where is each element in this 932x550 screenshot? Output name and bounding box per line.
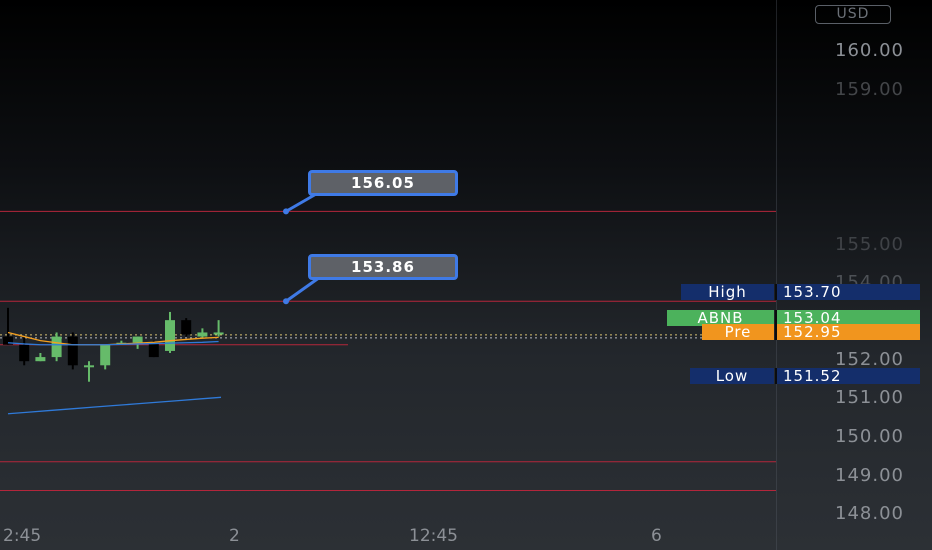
premarket-label: Pre: [702, 324, 774, 340]
premarket-price-tag: Pre 152.95: [702, 324, 920, 340]
low-value: 151.52: [777, 368, 920, 384]
candle-body: [181, 320, 192, 335]
candle-body: [35, 357, 46, 362]
low-price-tag: Low 151.52: [690, 368, 920, 384]
callout-anchor: [283, 208, 289, 215]
price-callout[interactable]: 153.86: [308, 254, 458, 280]
time-axis-label: 2: [229, 526, 240, 546]
candle-body: [213, 332, 224, 335]
candle-body: [148, 342, 159, 358]
price-axis-label: 160.00: [835, 40, 904, 61]
candle-body: [132, 336, 143, 343]
candle-body: [100, 344, 111, 366]
time-axis-label: 12:45: [409, 526, 458, 546]
candle-body: [197, 332, 208, 337]
candle-body: [165, 320, 175, 351]
time-axis-label: 6: [651, 526, 662, 546]
candle-body: [51, 336, 62, 358]
price-axis-label: 150.00: [835, 426, 904, 447]
price-axis-label: 155.00: [835, 234, 904, 255]
high-value: 153.70: [777, 284, 920, 300]
currency-selector[interactable]: USD: [815, 5, 891, 24]
price-chart[interactable]: [0, 0, 932, 550]
candle-body: [84, 365, 94, 368]
moving-average-blue-lower: [7, 396, 222, 415]
callout-anchor: [283, 298, 289, 305]
time-axis-label: 2:45: [3, 526, 42, 546]
candle-body: [19, 344, 30, 362]
high-label: High: [681, 284, 774, 300]
price-axis-label: 149.00: [835, 465, 904, 486]
price-axis-label: 148.00: [835, 503, 904, 524]
price-axis-label: 159.00: [835, 79, 904, 100]
price-axis-label: 152.00: [835, 349, 904, 370]
chart-area[interactable]: USD 160.00 159.00 155.00 154.00 152.00 1…: [0, 0, 932, 550]
price-axis-separator: [776, 0, 777, 550]
candle-body: [67, 336, 78, 366]
price-callout[interactable]: 156.05: [308, 170, 458, 196]
premarket-value: 152.95: [777, 324, 920, 340]
price-axis-label: 151.00: [835, 387, 904, 408]
high-price-tag: High 153.70: [681, 284, 920, 300]
low-label: Low: [690, 368, 774, 384]
